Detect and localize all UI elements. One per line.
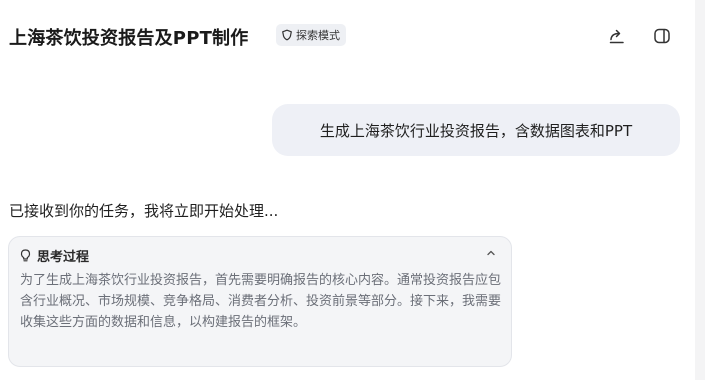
lightbulb-icon bbox=[20, 249, 31, 262]
thinking-process-card: 思考过程 为了生成上海茶饮行业投资报告，首先需要明确报告的核心内容。通常投资报告… bbox=[8, 236, 512, 367]
user-message-text: 生成上海茶饮行业投资报告，含数据图表和PPT bbox=[319, 121, 633, 140]
explore-mode-badge[interactable]: 探索模式 bbox=[276, 24, 346, 46]
thinking-header[interactable]: 思考过程 bbox=[19, 246, 89, 265]
side-panel-button[interactable] bbox=[651, 25, 673, 47]
thinking-content: 为了生成上海茶饮行业投资报告，首先需要明确报告的核心内容。通常投资报告应包含行业… bbox=[20, 273, 502, 330]
assistant-message: 已接收到你的任务，我将立即开始处理... bbox=[9, 202, 279, 220]
header: 上海茶饮投资报告及PPT制作 探索模式 bbox=[0, 0, 690, 72]
mode-badge-label: 探索模式 bbox=[296, 29, 340, 42]
side-panel-icon bbox=[654, 28, 670, 44]
page-title: 上海茶饮投资报告及PPT制作 bbox=[9, 28, 249, 49]
shield-icon bbox=[282, 29, 292, 41]
chevron-up-icon bbox=[487, 250, 495, 256]
collapse-button[interactable] bbox=[483, 245, 499, 261]
share-button[interactable] bbox=[606, 25, 628, 47]
chat-page: 上海茶饮投资报告及PPT制作 探索模式 生成上海茶饮行业投资报告，含数据图表和P… bbox=[0, 0, 705, 380]
scrollbar[interactable] bbox=[695, 0, 705, 380]
user-message: 生成上海茶饮行业投资报告，含数据图表和PPT bbox=[272, 104, 680, 156]
thinking-title: 思考过程 bbox=[37, 250, 90, 265]
share-icon bbox=[609, 29, 624, 44]
